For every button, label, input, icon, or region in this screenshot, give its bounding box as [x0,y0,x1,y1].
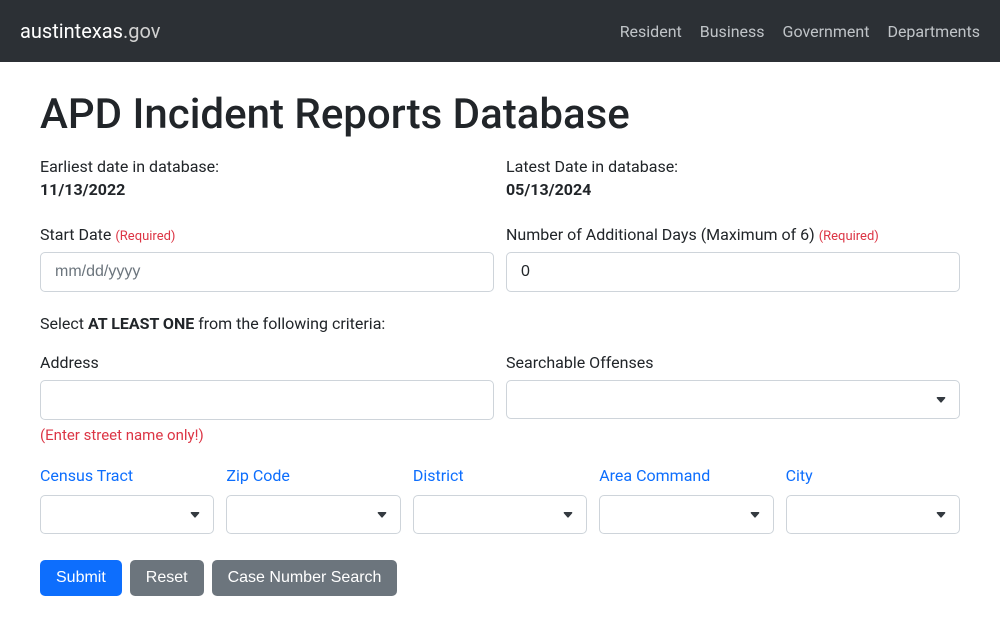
area-command-select[interactable] [599,495,773,534]
brand-main: austintexas [20,19,123,43]
zip-code-label: Zip Code [226,466,400,485]
additional-days-label: Number of Additional Days (Maximum of 6)… [506,225,960,244]
start-date-label: Start Date (Required) [40,225,494,244]
offenses-label: Searchable Offenses [506,353,960,372]
case-number-search-button[interactable]: Case Number Search [212,560,398,596]
address-help-text: (Enter street name only!) [40,426,494,444]
submit-button[interactable]: Submit [40,560,122,596]
address-input[interactable] [40,380,494,420]
required-tag: (Required) [115,229,175,244]
nav-business[interactable]: Business [700,22,765,41]
nav-government[interactable]: Government [783,22,870,41]
district-label: District [413,466,587,485]
address-label: Address [40,353,494,372]
nav-departments[interactable]: Departments [887,22,980,41]
button-row: Submit Reset Case Number Search [40,560,960,596]
brand-domain: .gov [123,19,160,43]
primary-nav: Resident Business Government Departments [620,22,980,41]
offenses-select[interactable] [506,380,960,419]
earliest-date-label: Earliest date in database: [40,157,494,176]
city-select[interactable] [786,495,960,534]
criteria-row: Address (Enter street name only!) Search… [40,353,960,444]
census-tract-label: Census Tract [40,466,214,485]
main-container: APD Incident Reports Database Earliest d… [20,62,980,624]
city-label: City [786,466,960,485]
page-title: APD Incident Reports Database [40,90,960,139]
district-select[interactable] [413,495,587,534]
start-date-input[interactable] [40,252,494,292]
earliest-date-value: 11/13/2022 [40,180,494,199]
date-inputs-row: Start Date (Required) Number of Addition… [40,225,960,292]
site-brand[interactable]: austintexas.gov [20,19,160,43]
top-navbar: austintexas.gov Resident Business Govern… [0,0,1000,62]
zip-code-select[interactable] [226,495,400,534]
area-command-label: Area Command [599,466,773,485]
nav-resident[interactable]: Resident [620,22,682,41]
date-range-info-row: Earliest date in database: 11/13/2022 La… [40,157,960,217]
latest-date-label: Latest Date in database: [506,157,960,176]
census-tract-select[interactable] [40,495,214,534]
filter-row: Census Tract Zip Code District Area Comm… [40,466,960,534]
criteria-instruction: Select AT LEAST ONE from the following c… [40,314,960,333]
latest-date-value: 05/13/2024 [506,180,960,199]
required-tag: (Required) [819,229,879,244]
additional-days-input[interactable] [506,252,960,292]
reset-button[interactable]: Reset [130,560,204,596]
